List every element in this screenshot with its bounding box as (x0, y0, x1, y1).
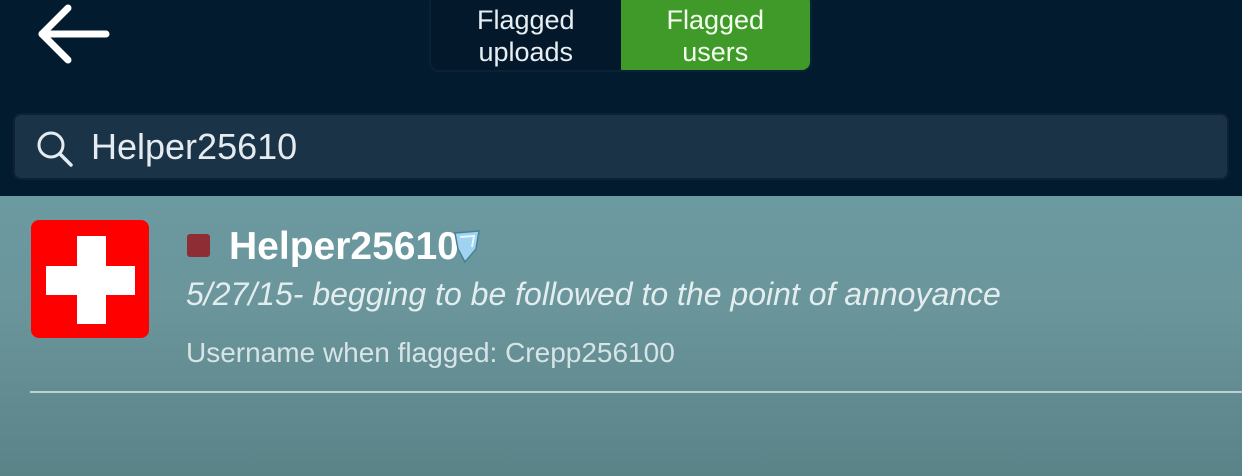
swiss-cross-icon-bar (46, 266, 135, 295)
tab-flagged-uploads[interactable]: Flagged uploads (431, 0, 621, 70)
tab-flagged-users[interactable]: Flagged users (620, 0, 810, 70)
search-input[interactable] (91, 121, 1211, 173)
results-list: Helper25610 5/27/15- begging to be follo… (0, 196, 1242, 476)
status-indicator (187, 234, 210, 257)
row-divider (30, 391, 1242, 393)
top-bar: Flagged uploads Flagged users (0, 0, 1242, 196)
flagged-user-row[interactable]: Helper25610 5/27/15- begging to be follo… (0, 196, 1242, 393)
flag-type-segmented-control: Flagged uploads Flagged users (429, 0, 812, 72)
flagged-username: Username when flagged: Crepp256100 (186, 337, 675, 368)
avatar (31, 220, 149, 338)
back-button[interactable] (28, 0, 118, 68)
search-bar (13, 113, 1229, 180)
shield-badge-icon (454, 230, 480, 264)
flag-reason: 5/27/15- begging to be followed to the p… (186, 276, 1001, 312)
arrow-left-icon (38, 4, 110, 64)
search-icon (37, 131, 73, 167)
username: Helper25610 (229, 225, 459, 268)
